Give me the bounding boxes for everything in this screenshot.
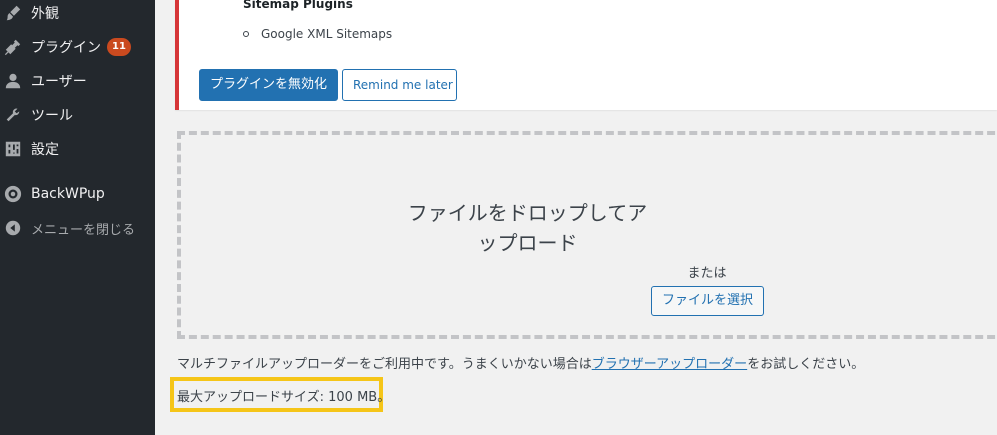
list-item-label: Google XML Sitemaps (261, 27, 393, 41)
sidebar-item-label: ツール (31, 108, 73, 124)
sidebar-item-label: メニューを閉じる (31, 222, 136, 238)
plugin-notice: Sitemap Plugins Google XML Sitemaps プラグイ… (175, 0, 997, 110)
update-count-badge: 11 (107, 38, 131, 56)
sidebar-item-label: 外観 (31, 6, 59, 22)
notice-heading: Sitemap Plugins (243, 0, 353, 11)
paintbrush-icon (4, 4, 22, 22)
plugin-icon (4, 38, 22, 56)
remind-later-button[interactable]: Remind me later (342, 69, 457, 101)
sidebar-item-tools[interactable]: ツール (0, 98, 155, 132)
sidebar-item-label: プラグイン (31, 40, 101, 56)
sidebar-item-plugins[interactable]: プラグイン 11 (0, 30, 155, 64)
sidebar-item-settings[interactable]: 設定 (0, 132, 155, 166)
admin-sidebar: 外観 プラグイン 11 ユーザー ツール 設定 BackWPup メニューを閉じ… (0, 0, 155, 435)
sidebar-item-label: 設定 (31, 142, 59, 158)
uploader-note: マルチファイルアップローダーをご利用中です。うまくいかない場合はブラウザーアップ… (177, 357, 865, 372)
select-files-button[interactable]: ファイルを選択 (651, 286, 764, 316)
wrench-icon (4, 106, 22, 124)
or-text: または (687, 266, 727, 281)
sidebar-item-appearance[interactable]: 外観 (0, 0, 155, 30)
backwpup-icon (4, 185, 22, 203)
sidebar-item-users[interactable]: ユーザー (0, 64, 155, 98)
sidebar-item-label: ユーザー (31, 74, 87, 90)
deactivate-plugin-button[interactable]: プラグインを無効化 (199, 69, 338, 101)
sidebar-item-label: BackWPup (31, 186, 105, 202)
browser-uploader-link[interactable]: ブラウザーアップローダー (592, 357, 747, 372)
max-upload-size: 最大アップロードサイズ: 100 MB。 (177, 390, 391, 405)
sidebar-item-backwpup[interactable]: BackWPup (0, 177, 155, 211)
user-icon (4, 72, 22, 90)
bullet-icon (243, 31, 249, 37)
settings-icon (4, 140, 22, 158)
collapse-icon (4, 219, 22, 237)
list-item: Google XML Sitemaps (243, 27, 392, 41)
drop-instructions: ファイルをドロップしてアップロード (407, 201, 648, 255)
collapse-menu-button[interactable]: メニューを閉じる (0, 211, 155, 245)
